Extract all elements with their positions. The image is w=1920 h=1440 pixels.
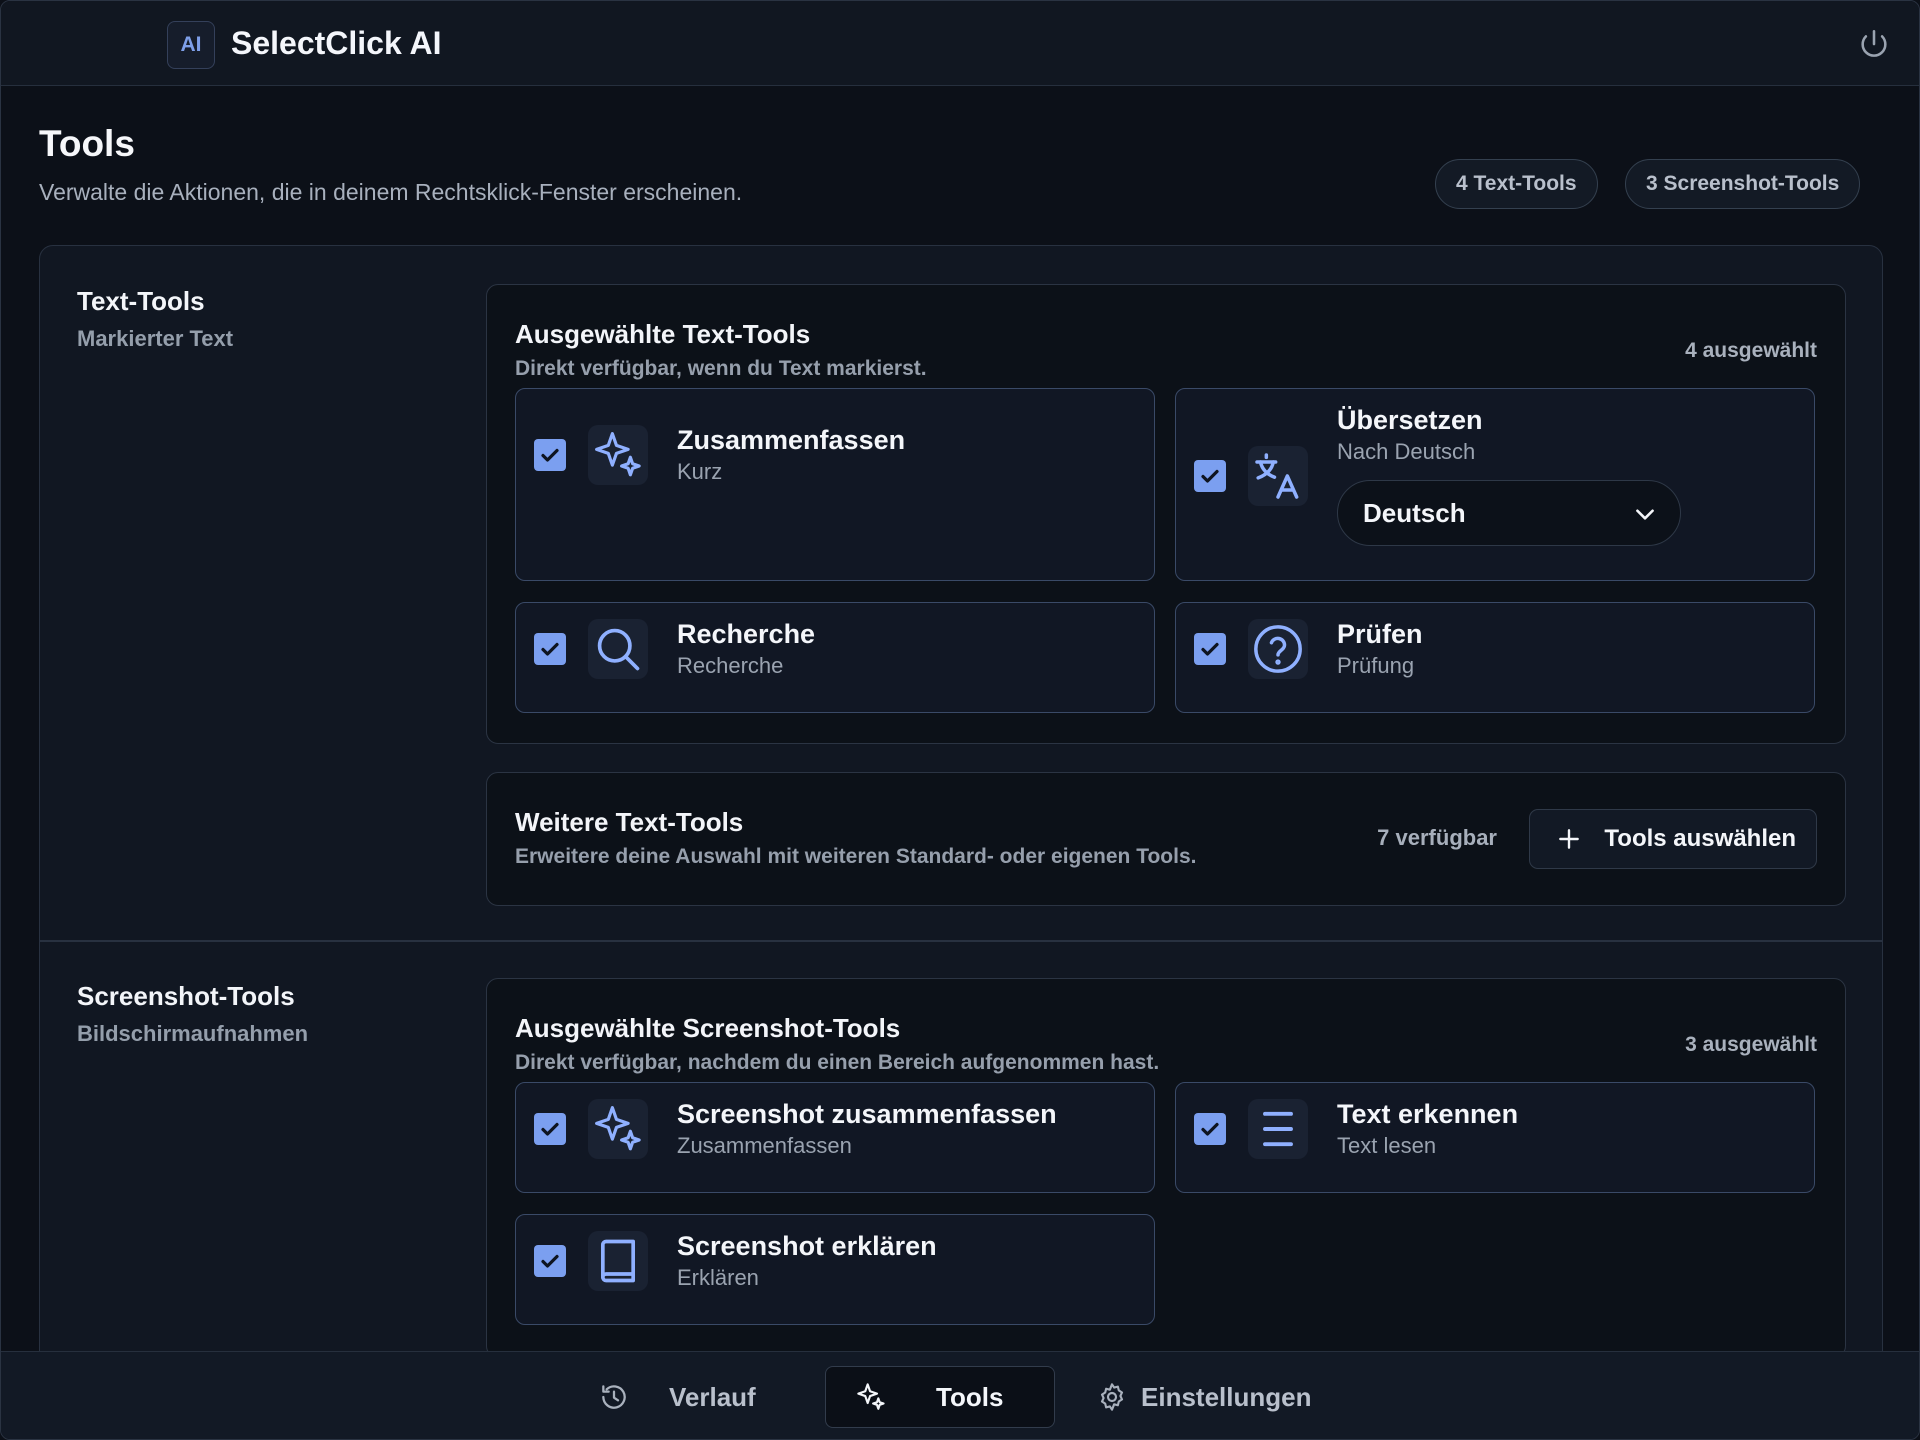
tool-card-recherche[interactable]: Recherche Recherche bbox=[515, 602, 1155, 713]
selected-text-tools-description: Direkt verfügbar, wenn du Text markierst… bbox=[515, 357, 927, 380]
top-bar: AI SelectClick AI bbox=[1, 1, 1919, 86]
power-button[interactable] bbox=[1855, 25, 1893, 63]
nav-item-tools[interactable]: Tools bbox=[825, 1366, 1055, 1428]
tool-name: Screenshot zusammenfassen bbox=[677, 1099, 1057, 1129]
tool-name: Text erkennen bbox=[1337, 1099, 1519, 1129]
tool-subtitle: Text lesen bbox=[1337, 1133, 1437, 1158]
check-icon bbox=[541, 1254, 559, 1268]
chevron-down-icon bbox=[1636, 509, 1654, 520]
tool-checkbox[interactable] bbox=[1194, 460, 1226, 492]
nav-item-einstellungen[interactable]: Einstellungen bbox=[1095, 1366, 1311, 1428]
app-logo: AI bbox=[167, 21, 215, 69]
more-text-tools-description: Erweitere deine Auswahl mit weiteren Sta… bbox=[515, 845, 1197, 868]
app-window: AI SelectClick AI Tools Verwalte die Akt… bbox=[0, 0, 1920, 1440]
more-text-tools-card: Weitere Text-Tools Erweitere deine Auswa… bbox=[486, 772, 1846, 906]
nav-item-verlauf[interactable]: Verlauf bbox=[597, 1366, 756, 1428]
tool-subtitle: Zusammenfassen bbox=[677, 1133, 852, 1158]
tool-card-zusammenfassen[interactable]: Zusammenfassen Kurz bbox=[515, 388, 1155, 581]
text-tools-count-badge: 4 Text-Tools bbox=[1435, 159, 1598, 209]
selected-text-tools-title: Ausgewählte Text-Tools bbox=[515, 319, 811, 349]
select-tools-button[interactable]: Tools auswählen bbox=[1529, 809, 1817, 869]
selected-screenshot-tools-card: Ausgewählte Screenshot-Tools Direkt verf… bbox=[486, 978, 1846, 1358]
sparkles-icon bbox=[854, 1380, 888, 1414]
app-title: SelectClick AI bbox=[231, 25, 442, 61]
tool-checkbox[interactable] bbox=[534, 439, 566, 471]
language-select-value: Deutsch bbox=[1363, 497, 1466, 528]
sparkles-icon bbox=[588, 1099, 648, 1159]
section-divider bbox=[40, 940, 1882, 942]
translate-icon bbox=[1248, 446, 1308, 506]
page-subtitle: Verwalte die Aktionen, die in deinem Rec… bbox=[39, 179, 743, 205]
tool-card-pruefen[interactable]: Prüfen Prüfung bbox=[1175, 602, 1815, 713]
tool-checkbox[interactable] bbox=[1194, 1113, 1226, 1145]
tool-subtitle: Recherche bbox=[677, 653, 784, 678]
check-icon bbox=[541, 448, 559, 462]
bottom-nav: Verlauf Tools Einstellungen bbox=[1, 1351, 1919, 1439]
selected-screenshot-tools-title: Ausgewählte Screenshot-Tools bbox=[515, 1013, 901, 1043]
tool-name: Recherche bbox=[677, 619, 816, 649]
nav-label: Einstellungen bbox=[1141, 1381, 1312, 1412]
tool-name: Prüfen bbox=[1337, 619, 1423, 649]
text-section-title: Text-Tools bbox=[77, 286, 205, 316]
tools-panel: Text-Tools Markierter Text Ausgewählte T… bbox=[39, 245, 1883, 1385]
tool-checkbox[interactable] bbox=[534, 1113, 566, 1145]
selected-text-tools-count: 4 ausgewählt bbox=[1685, 339, 1817, 362]
tool-card-screenshot-zusammenfassen[interactable]: Screenshot zusammenfassen Zusammenfassen bbox=[515, 1082, 1155, 1193]
text-section-subtitle: Markierter Text bbox=[77, 326, 234, 351]
nav-label: Tools bbox=[936, 1381, 1004, 1412]
check-icon bbox=[1201, 469, 1219, 483]
tool-checkbox[interactable] bbox=[534, 633, 566, 665]
question-circle-icon bbox=[1248, 619, 1308, 679]
tool-card-uebersetzen[interactable]: Übersetzen Nach Deutsch Deutsch bbox=[1175, 388, 1815, 581]
tool-subtitle: Prüfung bbox=[1337, 653, 1415, 678]
check-icon bbox=[1201, 1122, 1219, 1136]
selected-screenshot-tools-description: Direkt verfügbar, nachdem du einen Berei… bbox=[515, 1051, 1160, 1074]
tool-subtitle: Erklären bbox=[677, 1265, 759, 1290]
language-select[interactable]: Deutsch bbox=[1337, 480, 1681, 546]
screenshot-section-subtitle: Bildschirmaufnahmen bbox=[77, 1021, 309, 1046]
tool-name: Zusammenfassen bbox=[677, 425, 906, 455]
tool-card-text-erkennen[interactable]: Text erkennen Text lesen bbox=[1175, 1082, 1815, 1193]
power-icon bbox=[1861, 29, 1887, 57]
lines-icon bbox=[1248, 1099, 1308, 1159]
screenshot-tools-count-badge: 3 Screenshot-Tools bbox=[1625, 159, 1861, 209]
tool-checkbox[interactable] bbox=[1194, 633, 1226, 665]
check-icon bbox=[541, 1122, 559, 1136]
selected-text-tools-card: Ausgewählte Text-Tools Direkt verfügbar,… bbox=[486, 284, 1846, 744]
check-icon bbox=[541, 642, 559, 656]
more-text-tools-title: Weitere Text-Tools bbox=[515, 807, 744, 837]
history-icon bbox=[597, 1380, 631, 1414]
available-tools-count: 7 verfügbar bbox=[1377, 825, 1497, 850]
tool-subtitle: Kurz bbox=[677, 459, 723, 484]
gear-icon bbox=[1095, 1380, 1129, 1414]
tool-checkbox[interactable] bbox=[534, 1245, 566, 1277]
search-icon bbox=[588, 619, 648, 679]
check-icon bbox=[1201, 642, 1219, 656]
tool-name: Übersetzen bbox=[1337, 405, 1483, 435]
tool-subtitle: Nach Deutsch bbox=[1337, 439, 1476, 464]
plus-icon bbox=[1559, 829, 1580, 849]
selected-screenshot-tools-count: 3 ausgewählt bbox=[1685, 1033, 1817, 1056]
screenshot-section-title: Screenshot-Tools bbox=[77, 981, 295, 1011]
tool-name: Screenshot erklären bbox=[677, 1231, 937, 1261]
tool-card-screenshot-erklaeren[interactable]: Screenshot erklären Erklären bbox=[515, 1214, 1155, 1325]
book-icon bbox=[588, 1231, 648, 1291]
select-tools-button-label: Tools auswählen bbox=[1604, 825, 1796, 852]
sparkles-icon bbox=[588, 425, 648, 485]
page-title: Tools bbox=[39, 123, 135, 164]
nav-label: Verlauf bbox=[669, 1381, 756, 1412]
